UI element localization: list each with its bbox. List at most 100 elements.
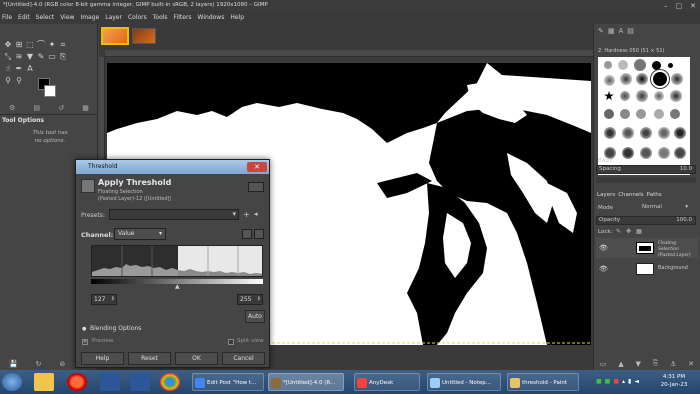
tab-paths[interactable]: Paths [647, 192, 662, 198]
delete-layer-icon[interactable]: ✕ [688, 360, 694, 368]
ok-button[interactable]: OK [175, 352, 218, 365]
image-tab[interactable] [132, 28, 156, 44]
add-preset-icon[interactable]: + [243, 210, 250, 219]
reset-button[interactable]: Reset [128, 352, 171, 365]
preview-checkbox[interactable]: ✕ [82, 339, 88, 345]
lock-pixels-icon[interactable]: ✎ [616, 228, 621, 235]
color-picker-icon[interactable]: ⚲ [3, 76, 13, 86]
move-tool-icon[interactable]: ✥ [3, 40, 13, 50]
duplicate-layer-icon[interactable]: ⎘ [653, 359, 659, 368]
tray-icon[interactable]: ■ [605, 378, 611, 385]
file-explorer-icon[interactable] [34, 373, 54, 391]
low-handle-icon[interactable]: ▲ [175, 283, 180, 290]
menu-view[interactable]: View [60, 14, 74, 21]
document-history-tab-icon[interactable]: ▤ [627, 27, 634, 35]
word-icon-2[interactable] [130, 373, 150, 391]
restore-options-icon[interactable]: ↻ [36, 360, 42, 368]
crop-icon[interactable]: ⌗ [58, 40, 68, 50]
fonts-tab-icon[interactable]: A [619, 27, 624, 35]
lasso-icon[interactable]: ⌒ [36, 40, 46, 50]
taskbar-item-notepad[interactable]: Untitled - Notep... [427, 373, 501, 391]
help-button[interactable]: Help [81, 352, 124, 365]
opera-icon[interactable] [67, 373, 87, 391]
menu-image[interactable]: Image [80, 14, 99, 21]
expander-icon[interactable]: ● [82, 326, 86, 332]
layer-up-icon[interactable]: ▲ [618, 360, 623, 368]
log-histogram-icon[interactable] [254, 229, 264, 239]
split-view-checkbox[interactable] [228, 339, 234, 345]
spacing-slider[interactable]: Spacing 10.0 [596, 165, 696, 174]
device-status-tab-icon[interactable]: ▤ [33, 104, 40, 112]
opacity-slider[interactable]: Opacity 100.0 [596, 216, 696, 225]
menu-tools[interactable]: Tools [153, 14, 168, 21]
tray-arrow-icon[interactable]: ▴ [622, 378, 625, 385]
menu-filters[interactable]: Filters [174, 14, 192, 21]
menu-colors[interactable]: Colors [128, 14, 147, 21]
menu-windows[interactable]: Windows [198, 14, 225, 21]
images-tab-icon[interactable]: ▦ [82, 104, 89, 112]
brush-scrollbar[interactable] [596, 177, 696, 183]
zoom-icon[interactable]: ⚲ [14, 76, 24, 86]
rect-select-icon[interactable]: ⬚ [25, 40, 35, 50]
taskbar-item-chrome[interactable]: Edit Post "How t... [192, 373, 264, 391]
lock-position-icon[interactable]: ✥ [626, 228, 631, 235]
path-icon[interactable]: ✒ [14, 64, 24, 74]
start-button[interactable] [2, 373, 22, 391]
text-tool-icon[interactable]: A [25, 64, 35, 74]
mode-select[interactable]: Normal ▾ [642, 204, 690, 212]
menu-layer[interactable]: Layer [105, 14, 122, 21]
volume-icon[interactable]: ◄ [634, 378, 639, 385]
fuzzy-select-icon[interactable]: ✦ [47, 40, 57, 50]
warp-icon[interactable]: ≋ [14, 52, 24, 62]
dialog-close-button[interactable]: ✕ [247, 162, 267, 172]
background-color-swatch[interactable] [44, 85, 56, 97]
paint-bucket-icon[interactable]: ▼ [25, 52, 35, 62]
align-tool-icon[interactable]: ⊞ [14, 40, 24, 50]
brushes-tab-icon[interactable]: ✎ [598, 27, 604, 35]
taskbar-item-gimp[interactable]: *[Untitled]-4.0 (R... [268, 373, 344, 391]
patterns-tab-icon[interactable]: ▦ [608, 27, 615, 35]
paintbrush-icon[interactable]: ✎ [36, 52, 46, 62]
high-threshold-spin[interactable]: 255 ⇕ [237, 294, 263, 305]
preset-menu-icon[interactable]: ◂ [254, 210, 258, 218]
blending-options-label[interactable]: Blending Options [90, 325, 141, 332]
taskbar-item-anydesk[interactable]: AnyDesk [354, 373, 420, 391]
menu-help[interactable]: Help [230, 14, 244, 21]
tab-channels[interactable]: Channels [618, 192, 643, 198]
lock-alpha-icon[interactable]: ▦ [636, 228, 642, 235]
save-options-icon[interactable]: 💾 [9, 360, 18, 368]
auto-button[interactable]: Auto [245, 310, 265, 323]
horizontal-ruler[interactable] [105, 50, 593, 57]
new-layer-icon[interactable]: ▭ [600, 360, 607, 368]
minimize-button[interactable]: – [664, 2, 668, 10]
layer-down-icon[interactable]: ▼ [636, 360, 641, 368]
tab-layers[interactable]: Layers [597, 192, 615, 198]
menu-select[interactable]: Select [36, 14, 55, 21]
eye-icon[interactable]: 👁 [599, 244, 608, 252]
undo-history-tab-icon[interactable]: ↺ [58, 104, 64, 112]
word-icon[interactable] [100, 373, 120, 391]
menu-edit[interactable]: Edit [18, 14, 30, 21]
clone-icon[interactable]: ⎘ [58, 52, 68, 62]
channel-select[interactable]: Value ▾ [114, 228, 166, 240]
cancel-button[interactable]: Cancel [222, 352, 265, 365]
tray-icon[interactable]: ■ [613, 378, 619, 385]
clock[interactable]: 4:31 PM 20-Jan-23 [654, 373, 694, 389]
histogram[interactable] [91, 245, 263, 277]
delete-options-icon[interactable]: ⊘ [59, 360, 65, 368]
tool-options-tab-icon[interactable]: ⚙ [9, 104, 15, 112]
eye-icon[interactable]: 👁 [599, 265, 608, 273]
menu-file[interactable]: File [2, 14, 12, 21]
tray-icon[interactable]: ■ [596, 378, 602, 385]
layer-row-background[interactable]: 👁 Background [596, 260, 698, 278]
taskbar-item-paint[interactable]: threshold - Paint [507, 373, 579, 391]
low-threshold-spin[interactable]: 127 ⇕ [91, 294, 117, 305]
eraser-icon[interactable]: ▭ [47, 52, 57, 62]
close-button[interactable]: ✕ [690, 2, 696, 10]
anchor-layer-icon[interactable]: ⚓ [670, 360, 676, 368]
linear-histogram-icon[interactable] [242, 229, 252, 239]
chrome-icon[interactable] [160, 373, 180, 391]
image-tab-active[interactable] [101, 27, 129, 45]
network-icon[interactable]: ▮ [628, 378, 631, 385]
presets-combo[interactable]: ▾ [109, 209, 239, 220]
